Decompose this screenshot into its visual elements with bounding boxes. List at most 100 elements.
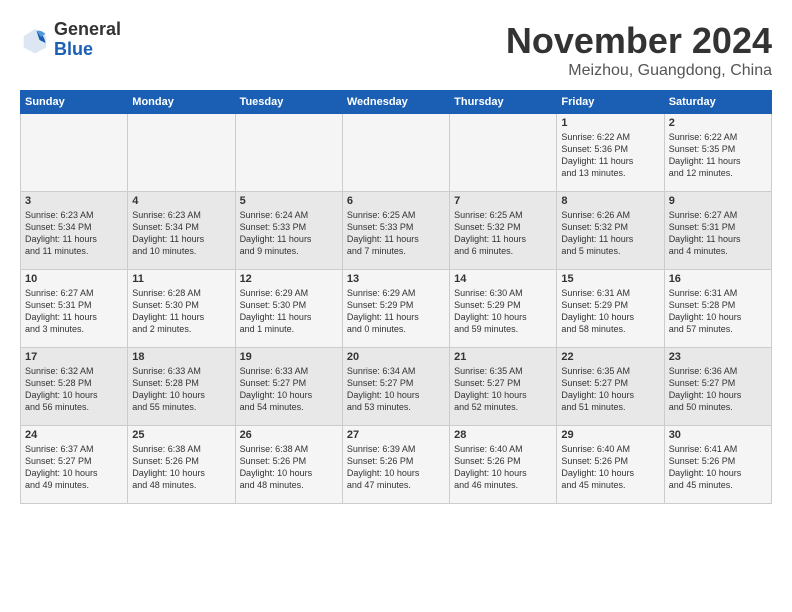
location: Meizhou, Guangdong, China — [506, 62, 772, 80]
day-number: 5 — [240, 195, 338, 207]
day-number: 29 — [561, 429, 659, 441]
calendar-cell: 17Sunrise: 6:32 AM Sunset: 5:28 PM Dayli… — [21, 348, 128, 426]
day-info: Sunrise: 6:24 AM Sunset: 5:33 PM Dayligh… — [240, 209, 338, 258]
day-info: Sunrise: 6:22 AM Sunset: 5:35 PM Dayligh… — [669, 131, 767, 180]
logo-blue: Blue — [54, 40, 121, 60]
day-info: Sunrise: 6:23 AM Sunset: 5:34 PM Dayligh… — [25, 209, 123, 258]
weekday-row: SundayMondayTuesdayWednesdayThursdayFrid… — [21, 91, 772, 114]
day-number: 6 — [347, 195, 445, 207]
weekday-header-wednesday: Wednesday — [342, 91, 449, 114]
calendar-cell — [235, 114, 342, 192]
day-info: Sunrise: 6:34 AM Sunset: 5:27 PM Dayligh… — [347, 365, 445, 414]
day-info: Sunrise: 6:40 AM Sunset: 5:26 PM Dayligh… — [561, 443, 659, 492]
day-info: Sunrise: 6:27 AM Sunset: 5:31 PM Dayligh… — [25, 287, 123, 336]
weekday-header-tuesday: Tuesday — [235, 91, 342, 114]
calendar-cell: 29 Sunrise: 6:40 AM Sunset: 5:26 PM Dayli… — [557, 426, 664, 504]
calendar-cell: 7 Sunrise: 6:25 AM Sunset: 5:32 PM Daylig… — [450, 192, 557, 270]
day-info: Sunrise: 6:22 AM Sunset: 5:36 PM Dayligh… — [561, 131, 659, 180]
weekday-header-friday: Friday — [557, 91, 664, 114]
day-info: Sunrise: 6:35 AM Sunset: 5:27 PM Dayligh… — [561, 365, 659, 414]
logo: General Blue — [20, 20, 121, 60]
day-info: Sunrise: 6:25 AM Sunset: 5:32 PM Dayligh… — [454, 209, 552, 258]
day-info: Sunrise: 6:26 AM Sunset: 5:32 PM Dayligh… — [561, 209, 659, 258]
calendar-cell: 6 Sunrise: 6:25 AM Sunset: 5:33 PM Daylig… — [342, 192, 449, 270]
calendar-week-5: 24 Sunrise: 6:37 AM Sunset: 5:27 PM Dayli… — [21, 426, 772, 504]
day-number: 12 — [240, 273, 338, 285]
day-info: Sunrise: 6:23 AM Sunset: 5:34 PM Dayligh… — [132, 209, 230, 258]
day-info: Sunrise: 6:35 AM Sunset: 5:27 PM Dayligh… — [454, 365, 552, 414]
day-number: 8 — [561, 195, 659, 207]
logo-general: General — [54, 20, 121, 40]
day-number: 20 — [347, 351, 445, 363]
weekday-header-monday: Monday — [128, 91, 235, 114]
day-number: 4 — [132, 195, 230, 207]
day-number: 7 — [454, 195, 552, 207]
calendar-cell: 19 Sunrise: 6:33 AM Sunset: 5:27 PM Dayli… — [235, 348, 342, 426]
day-number: 24 — [25, 429, 123, 441]
day-info: Sunrise: 6:25 AM Sunset: 5:33 PM Dayligh… — [347, 209, 445, 258]
calendar-cell: 16Sunrise: 6:31 AM Sunset: 5:28 PM Dayli… — [664, 270, 771, 348]
logo-icon — [20, 25, 50, 55]
day-info: Sunrise: 6:39 AM Sunset: 5:26 PM Dayligh… — [347, 443, 445, 492]
day-info: Sunrise: 6:29 AM Sunset: 5:29 PM Dayligh… — [347, 287, 445, 336]
day-info: Sunrise: 6:40 AM Sunset: 5:26 PM Dayligh… — [454, 443, 552, 492]
calendar-cell: 26 Sunrise: 6:38 AM Sunset: 5:26 PM Dayli… — [235, 426, 342, 504]
day-info: Sunrise: 6:29 AM Sunset: 5:30 PM Dayligh… — [240, 287, 338, 336]
calendar-cell: 5 Sunrise: 6:24 AM Sunset: 5:33 PM Daylig… — [235, 192, 342, 270]
calendar-cell: 12 Sunrise: 6:29 AM Sunset: 5:30 PM Dayli… — [235, 270, 342, 348]
calendar-week-1: 1Sunrise: 6:22 AM Sunset: 5:36 PM Daylig… — [21, 114, 772, 192]
day-number: 3 — [25, 195, 123, 207]
day-info: Sunrise: 6:36 AM Sunset: 5:27 PM Dayligh… — [669, 365, 767, 414]
calendar-cell — [450, 114, 557, 192]
day-number: 15 — [561, 273, 659, 285]
calendar-table: SundayMondayTuesdayWednesdayThursdayFrid… — [20, 90, 772, 504]
day-number: 25 — [132, 429, 230, 441]
month-title: November 2024 — [506, 20, 772, 62]
calendar-week-2: 3 Sunrise: 6:23 AM Sunset: 5:34 PM Daylig… — [21, 192, 772, 270]
calendar-cell: 15Sunrise: 6:31 AM Sunset: 5:29 PM Dayli… — [557, 270, 664, 348]
day-info: Sunrise: 6:33 AM Sunset: 5:27 PM Dayligh… — [240, 365, 338, 414]
calendar-cell — [342, 114, 449, 192]
day-number: 11 — [132, 273, 230, 285]
day-info: Sunrise: 6:41 AM Sunset: 5:26 PM Dayligh… — [669, 443, 767, 492]
day-info: Sunrise: 6:33 AM Sunset: 5:28 PM Dayligh… — [132, 365, 230, 414]
calendar-cell: 22 Sunrise: 6:35 AM Sunset: 5:27 PM Dayli… — [557, 348, 664, 426]
day-number: 16 — [669, 273, 767, 285]
day-number: 14 — [454, 273, 552, 285]
calendar-cell — [21, 114, 128, 192]
calendar-cell: 21 Sunrise: 6:35 AM Sunset: 5:27 PM Dayli… — [450, 348, 557, 426]
calendar-cell: 4 Sunrise: 6:23 AM Sunset: 5:34 PM Daylig… — [128, 192, 235, 270]
title-block: November 2024 Meizhou, Guangdong, China — [506, 20, 772, 80]
calendar-cell: 23Sunrise: 6:36 AM Sunset: 5:27 PM Dayli… — [664, 348, 771, 426]
calendar-cell: 18Sunrise: 6:33 AM Sunset: 5:28 PM Dayli… — [128, 348, 235, 426]
day-info: Sunrise: 6:30 AM Sunset: 5:29 PM Dayligh… — [454, 287, 552, 336]
calendar-cell: 11 Sunrise: 6:28 AM Sunset: 5:30 PM Dayli… — [128, 270, 235, 348]
day-number: 28 — [454, 429, 552, 441]
calendar-cell: 10 Sunrise: 6:27 AM Sunset: 5:31 PM Dayli… — [21, 270, 128, 348]
day-number: 19 — [240, 351, 338, 363]
weekday-header-thursday: Thursday — [450, 91, 557, 114]
calendar-cell — [128, 114, 235, 192]
day-info: Sunrise: 6:38 AM Sunset: 5:26 PM Dayligh… — [132, 443, 230, 492]
day-number: 22 — [561, 351, 659, 363]
day-number: 10 — [25, 273, 123, 285]
day-info: Sunrise: 6:28 AM Sunset: 5:30 PM Dayligh… — [132, 287, 230, 336]
day-number: 26 — [240, 429, 338, 441]
calendar-header: SundayMondayTuesdayWednesdayThursdayFrid… — [21, 91, 772, 114]
day-number: 2 — [669, 117, 767, 129]
page: General Blue November 2024 Meizhou, Guan… — [0, 0, 792, 612]
day-info: Sunrise: 6:37 AM Sunset: 5:27 PM Dayligh… — [25, 443, 123, 492]
day-info: Sunrise: 6:27 AM Sunset: 5:31 PM Dayligh… — [669, 209, 767, 258]
calendar-week-3: 10 Sunrise: 6:27 AM Sunset: 5:31 PM Dayli… — [21, 270, 772, 348]
calendar-cell: 25 Sunrise: 6:38 AM Sunset: 5:26 PM Dayli… — [128, 426, 235, 504]
day-info: Sunrise: 6:38 AM Sunset: 5:26 PM Dayligh… — [240, 443, 338, 492]
calendar-cell: 9Sunrise: 6:27 AM Sunset: 5:31 PM Daylig… — [664, 192, 771, 270]
weekday-header-saturday: Saturday — [664, 91, 771, 114]
calendar-cell: 27Sunrise: 6:39 AM Sunset: 5:26 PM Dayli… — [342, 426, 449, 504]
calendar-cell: 30Sunrise: 6:41 AM Sunset: 5:26 PM Dayli… — [664, 426, 771, 504]
day-number: 17 — [25, 351, 123, 363]
calendar-cell: 3 Sunrise: 6:23 AM Sunset: 5:34 PM Daylig… — [21, 192, 128, 270]
calendar-body: 1Sunrise: 6:22 AM Sunset: 5:36 PM Daylig… — [21, 114, 772, 504]
day-number: 21 — [454, 351, 552, 363]
weekday-header-sunday: Sunday — [21, 91, 128, 114]
